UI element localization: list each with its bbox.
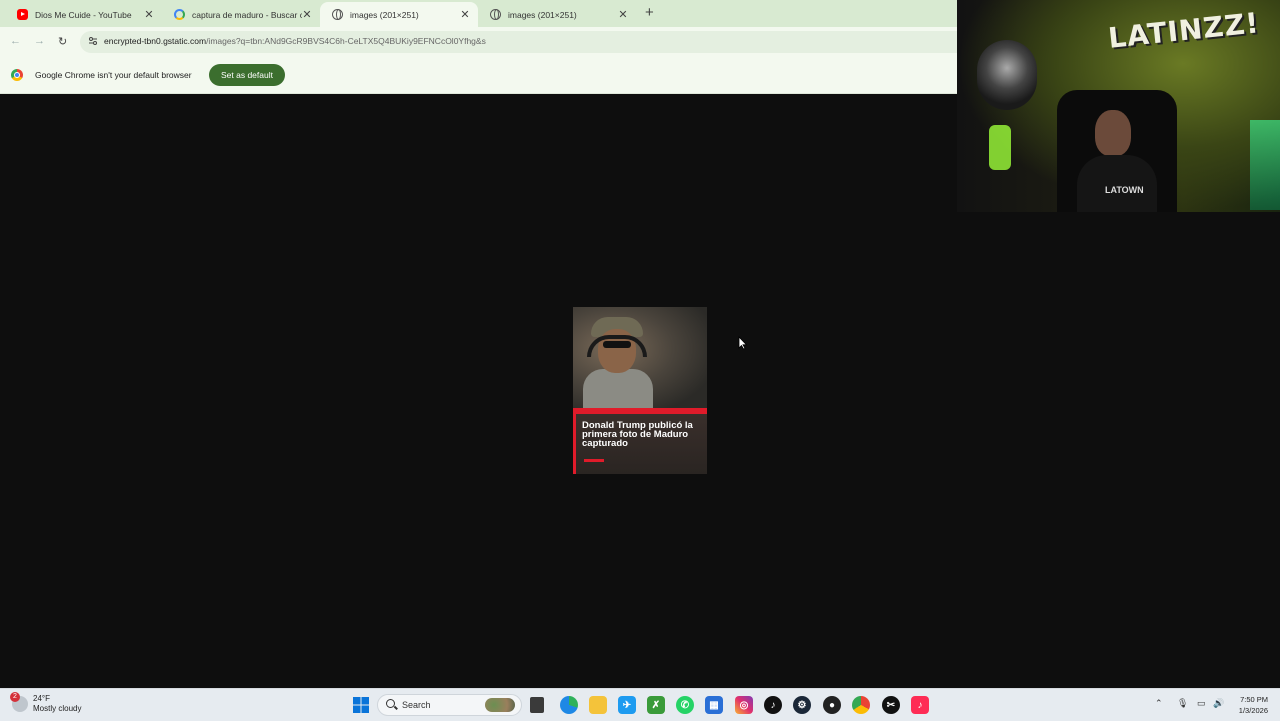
- cloud-icon: 2: [10, 692, 28, 712]
- motorcycle-image: [977, 40, 1037, 110]
- chrome-icon: [11, 69, 23, 81]
- weather-text: 24°F Mostly cloudy: [33, 694, 81, 714]
- network-icon[interactable]: ▭: [1197, 698, 1206, 709]
- tab-title: captura de maduro - Buscar con: [192, 9, 302, 20]
- tab-title: images (201×251): [350, 9, 419, 20]
- jacket-image: [989, 125, 1011, 170]
- tiktok-icon[interactable]: ♪: [764, 696, 782, 714]
- vest-shape: [583, 369, 653, 411]
- search-icon: [386, 699, 395, 708]
- url-path: /images?q=tbn:ANd9GcR9BVS4C6h-CeLTX5Q4BU…: [206, 36, 486, 46]
- weather-desc: Mostly cloudy: [33, 704, 82, 713]
- microphone-icon[interactable]: 🎙: [1177, 698, 1188, 709]
- google-icon: [174, 9, 185, 20]
- start-icon[interactable]: [352, 696, 370, 714]
- obs-icon[interactable]: ●: [823, 696, 841, 714]
- close-icon[interactable]: ✕: [460, 8, 470, 21]
- streamer-head: [1095, 110, 1131, 156]
- chrome-taskbar-icon[interactable]: [852, 696, 870, 714]
- set-default-button[interactable]: Set as default: [209, 64, 285, 86]
- chevron-up-icon[interactable]: ⌃: [1155, 698, 1163, 709]
- shirt-print: LATOWN: [1105, 185, 1144, 195]
- globe-icon: [332, 9, 343, 20]
- browser-window: Dios Me Cuide - YouTube ✕ captura de mad…: [0, 0, 957, 94]
- tiktok-studio-icon[interactable]: ♪: [911, 696, 929, 714]
- clock-date: 1/3/2026: [1238, 706, 1268, 715]
- weather-widget[interactable]: 2 24°F Mostly cloudy: [10, 692, 81, 714]
- whatsapp-icon[interactable]: ✆: [676, 696, 694, 714]
- edge-icon[interactable]: [560, 696, 578, 714]
- red-tag: [584, 459, 604, 462]
- steam-icon[interactable]: ⚙: [793, 696, 811, 714]
- store-icon[interactable]: ▦: [705, 696, 723, 714]
- search-highlight-image: [485, 698, 515, 712]
- tab-images-active[interactable]: images (201×251) ✕: [320, 2, 478, 27]
- file-icon[interactable]: [530, 697, 544, 713]
- tab-google-search[interactable]: captura de maduro - Buscar con ✕: [162, 2, 320, 27]
- back-icon[interactable]: ←: [10, 35, 21, 47]
- tab-title: images (201×251): [508, 9, 577, 20]
- thumbnail-headline: Donald Trump publicó la primera foto de …: [582, 420, 693, 449]
- address-bar[interactable]: encrypted-tbn0.gstatic.com/images?q=tbn:…: [80, 31, 957, 53]
- notification-badge: 2: [10, 692, 20, 702]
- globe-icon: [490, 9, 501, 20]
- close-icon[interactable]: ✕: [302, 8, 312, 21]
- red-banner: [573, 408, 707, 414]
- forward-icon[interactable]: →: [34, 35, 45, 47]
- thumbnail-photo: [573, 307, 707, 411]
- news-thumbnail[interactable]: Donald Trump publicó la primera foto de …: [573, 307, 707, 474]
- search-label: Search: [402, 700, 431, 710]
- sunglasses-shape: [603, 341, 631, 348]
- volume-icon[interactable]: 🔊: [1213, 698, 1224, 709]
- url-text: encrypted-tbn0.gstatic.com/images?q=tbn:…: [104, 36, 486, 46]
- default-browser-infobar: Google Chrome isn't your default browser…: [0, 57, 957, 94]
- youtube-icon: [17, 9, 28, 20]
- tab-images[interactable]: images (201×251) ✕: [478, 2, 636, 27]
- red-side-bar: [573, 414, 576, 474]
- taskbar-search[interactable]: Search: [377, 694, 522, 716]
- capcut-icon[interactable]: ✂: [882, 696, 900, 714]
- twitter-icon[interactable]: ✈: [618, 696, 636, 714]
- graffiti-logo: LATINZZ!: [1107, 6, 1262, 55]
- close-icon[interactable]: ✕: [618, 8, 628, 21]
- taskbar: 2 24°F Mostly cloudy Search ✈ ✗ ✆ ▦ ◎ ♪ …: [0, 688, 1280, 721]
- reload-icon[interactable]: ↻: [58, 35, 67, 48]
- tab-strip: Dios Me Cuide - YouTube ✕ captura de mad…: [0, 0, 957, 27]
- site-info-icon[interactable]: [88, 36, 98, 46]
- tab-youtube[interactable]: Dios Me Cuide - YouTube ✕: [5, 2, 162, 27]
- xbox-icon[interactable]: ✗: [647, 696, 665, 714]
- instagram-icon[interactable]: ◎: [735, 696, 753, 714]
- close-icon[interactable]: ✕: [144, 8, 154, 21]
- streamer-body: [1077, 155, 1157, 212]
- tab-title: Dios Me Cuide - YouTube: [35, 9, 132, 20]
- rgb-light-image: [1250, 120, 1280, 210]
- system-clock[interactable]: 7:50 PM 1/3/2026: [1239, 694, 1268, 716]
- streamer-image: [1077, 110, 1157, 212]
- url-host: encrypted-tbn0.gstatic.com: [104, 36, 207, 46]
- weather-temp: 24°F: [33, 694, 50, 703]
- infobar-message: Google Chrome isn't your default browser: [35, 70, 192, 80]
- folder-icon[interactable]: [589, 696, 607, 714]
- clock-time: 7:50 PM: [1240, 695, 1268, 704]
- new-tab-button[interactable]: +: [645, 4, 654, 21]
- webcam-overlay: LATINZZ! LATOWN: [957, 0, 1280, 212]
- toolbar: ← → ↻ encrypted-tbn0.gstatic.com/images?…: [0, 27, 957, 57]
